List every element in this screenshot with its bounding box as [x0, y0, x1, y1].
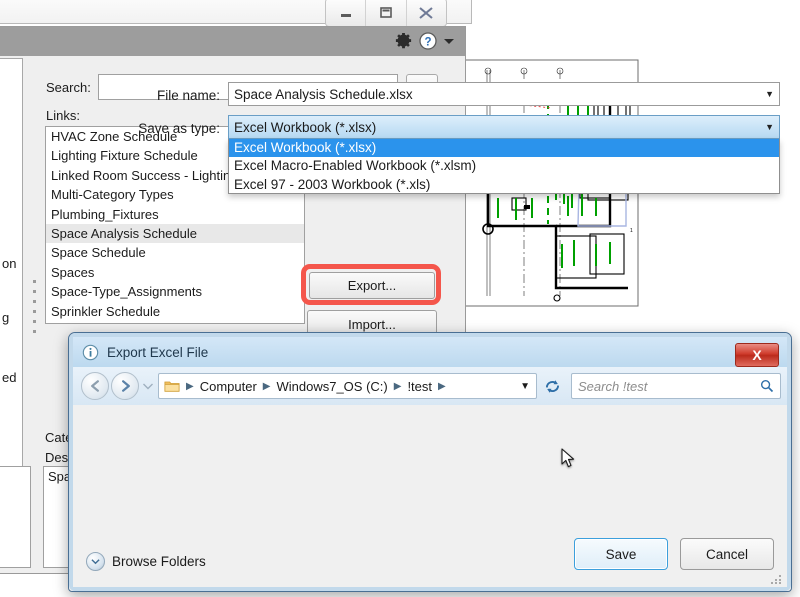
save-as-type-combobox[interactable]: Excel Workbook (*.xlsx) ▼ [228, 115, 780, 139]
address-dropdown-icon[interactable]: ▼ [520, 381, 536, 392]
breadcrumb-separator-icon: ▶ [262, 380, 271, 392]
browse-folders-label: Browse Folders [112, 554, 206, 569]
dropdown-option[interactable]: Excel Macro-Enabled Workbook (*.xlsm) [229, 157, 779, 175]
description-label: Des [45, 450, 69, 465]
partial-text-g: g [2, 310, 10, 325]
browse-folders-toggle[interactable]: Browse Folders [86, 552, 206, 571]
breadcrumb-separator-icon: ▶ [393, 380, 402, 392]
minimize-button[interactable] [326, 0, 367, 26]
breadcrumb-computer[interactable]: Computer [198, 379, 259, 394]
file-name-value: Space Analysis Schedule.xlsx [234, 86, 413, 102]
history-dropdown-icon[interactable] [142, 381, 154, 391]
dialog-title: Export Excel File [107, 344, 209, 360]
list-item[interactable]: Space-Type_Assignments [46, 282, 304, 301]
chevron-down-circle-icon [86, 552, 105, 571]
close-icon [419, 6, 433, 19]
file-name-field[interactable]: Space Analysis Schedule.xlsx ▼ [228, 82, 780, 106]
list-item[interactable]: Plumbing_Fixtures [46, 205, 304, 224]
refresh-button[interactable] [537, 379, 567, 394]
forward-button[interactable] [111, 372, 139, 400]
breadcrumb-drive[interactable]: Windows7_OS (C:) [274, 379, 389, 394]
mouse-cursor [561, 448, 576, 470]
save-button[interactable]: Save [574, 538, 668, 570]
resize-grip[interactable] [771, 573, 783, 585]
info-icon [82, 344, 99, 360]
file-name-dropdown-icon[interactable]: ▼ [765, 89, 774, 99]
list-item-selected[interactable]: Space Analysis Schedule [46, 223, 304, 244]
save-as-type-dropdown-list[interactable]: Excel Workbook (*.xlsx) Excel Macro-Enab… [228, 139, 780, 194]
chevron-down-icon[interactable] [443, 36, 455, 46]
save-as-type-dropdown-icon[interactable]: ▼ [765, 122, 774, 132]
help-icon[interactable]: ? [419, 31, 437, 50]
dropdown-option-selected[interactable]: Excel Workbook (*.xlsx) [229, 139, 779, 158]
cancel-button[interactable]: Cancel [680, 538, 774, 570]
list-item[interactable]: Sprinkler Schedule [46, 302, 304, 321]
list-item[interactable]: Spaces [46, 263, 304, 282]
partial-text-on: on [2, 256, 17, 271]
breadcrumb-folder[interactable]: !test [405, 379, 434, 394]
gear-icon[interactable] [394, 31, 413, 50]
save-as-type-label: Save as type: [138, 121, 220, 136]
resize-grip-icon [771, 575, 781, 584]
minimize-icon [340, 13, 351, 17]
partial-text-ed: ed [2, 370, 17, 385]
svg-text:?: ? [424, 36, 431, 48]
address-bar[interactable]: ▶ Computer ▶ Windows7_OS (C:) ▶ !test ▶ … [158, 373, 537, 399]
dialog-header-icons[interactable]: ? [394, 31, 455, 50]
refresh-icon [545, 379, 559, 393]
svg-text:1: 1 [630, 228, 633, 234]
dialog-header-bar: ? [0, 27, 465, 56]
magnifier-icon [760, 379, 774, 393]
window-controls[interactable] [325, 0, 447, 27]
dropdown-option[interactable]: Excel 97 - 2003 Workbook (*.xls) [229, 176, 779, 194]
splitter-grip[interactable] [33, 280, 37, 340]
file-name-label: File name: [156, 88, 220, 103]
dialog-title-bar[interactable]: Export Excel File X [73, 337, 787, 367]
navigation-bar: ▶ Computer ▶ Windows7_OS (C:) ▶ !test ▶ … [73, 367, 787, 405]
close-button[interactable] [407, 0, 446, 26]
adjacent-panel-lower [0, 466, 31, 568]
search-placeholder: Search !test [578, 378, 648, 394]
back-button[interactable] [81, 372, 109, 400]
dialog-close-button[interactable]: X [735, 343, 779, 367]
cursor-arrow-icon [561, 448, 575, 468]
save-as-type-value: Excel Workbook (*.xlsx) [234, 119, 377, 135]
maximize-button[interactable] [366, 0, 407, 26]
folder-icon [164, 381, 180, 392]
maximize-icon [380, 7, 392, 18]
arrow-left-icon [90, 380, 99, 392]
breadcrumb-separator-icon: ▶ [186, 380, 194, 392]
list-item[interactable]: Space Schedule [46, 243, 304, 262]
export-button[interactable]: Export... [309, 272, 435, 299]
arrow-right-icon [121, 380, 130, 392]
breadcrumb-separator-icon: ▶ [438, 380, 446, 392]
search-box[interactable]: Search !test [571, 373, 781, 399]
